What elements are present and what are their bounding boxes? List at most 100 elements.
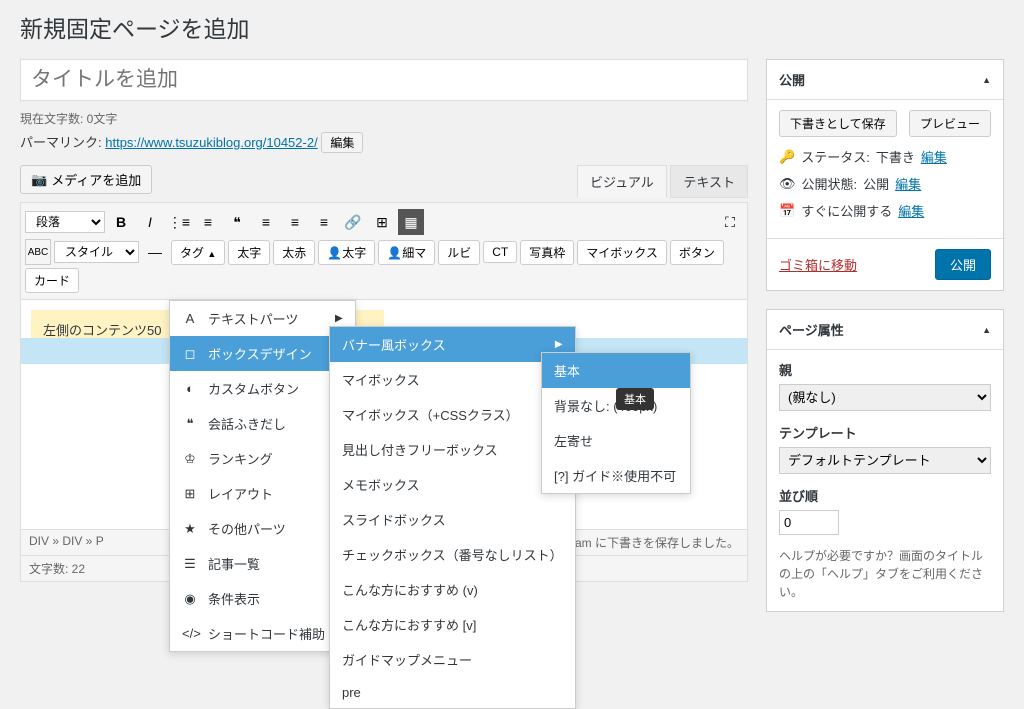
parent-select[interactable]: (親なし) — [779, 384, 991, 411]
banner-menu-item-3[interactable]: [?] ガイド※使用不可 — [542, 458, 690, 493]
tagbtn-1[interactable]: 太赤 — [273, 240, 315, 265]
format-select[interactable]: 段落 — [25, 211, 105, 233]
box-menu-item-4[interactable]: メモボックス — [330, 467, 575, 502]
key-icon: 🔑 — [779, 149, 795, 165]
table-button[interactable]: ⊞ — [369, 209, 395, 235]
tagbtn-6[interactable]: 写真枠 — [520, 240, 574, 265]
box-menu-item-7[interactable]: こんな方におすすめ (v) — [330, 572, 575, 607]
tab-visual[interactable]: ビジュアル — [577, 165, 667, 198]
box-menu-item-3[interactable]: 見出し付きフリーボックス▶ — [330, 432, 575, 467]
save-draft-button[interactable]: 下書きとして保存 — [779, 110, 897, 137]
tag-menu-item-6[interactable]: ★その他パーツ▶ — [170, 511, 355, 546]
permalink-label: パーマリンク: — [20, 135, 105, 150]
calendar-icon: 📅 — [779, 203, 795, 219]
tagbtn-3[interactable]: 👤細マ — [378, 240, 435, 265]
box-menu-item-9[interactable]: ガイドマップメニュー — [330, 642, 575, 677]
chevron-up-icon: ▲ — [982, 75, 991, 85]
eye-icon: 👁 — [779, 176, 796, 192]
permalink-edit-button[interactable]: 編集 — [321, 132, 363, 153]
link-button[interactable]: 🔗 — [340, 209, 366, 235]
page-title: 新規固定ページを追加 — [20, 10, 1004, 44]
tag-menu-item-7[interactable]: ☰記事一覧▶ — [170, 546, 355, 581]
tag-menu-item-5[interactable]: ⊞レイアウト▶ — [170, 476, 355, 511]
chevron-up-icon: ▲ — [982, 325, 991, 335]
menu-icon: A — [182, 311, 198, 326]
tagbtn-4[interactable]: ルビ — [438, 240, 480, 265]
edit-status-link[interactable]: 編集 — [921, 147, 947, 166]
permalink-url[interactable]: https://www.tsuzukiblog.org/10452-2/ — [105, 135, 317, 150]
tag-menu-item-9[interactable]: </>ショートコード補助▶ — [170, 616, 355, 651]
edit-visibility-link[interactable]: 編集 — [895, 174, 921, 193]
tag-menu-item-1[interactable]: ◻ボックスデザイン▶ — [170, 336, 355, 371]
chevron-right-icon: ▶ — [555, 339, 563, 350]
template-select[interactable]: デフォルトテンプレート — [779, 447, 991, 474]
element-path: DIV » DIV » P — [29, 534, 104, 548]
tagbtn-2[interactable]: 👤太字 — [318, 240, 375, 265]
box-menu-item-0[interactable]: バナー風ボックス▶ — [330, 327, 575, 362]
box-menu-item-10[interactable]: pre — [330, 677, 575, 708]
align-center-button[interactable]: ≡ — [282, 209, 308, 235]
menu-icon: ⊞ — [182, 486, 198, 502]
preview-button[interactable]: プレビュー — [909, 110, 991, 137]
parent-label: 親 — [779, 360, 991, 379]
menu-icon: </> — [182, 626, 198, 641]
quote-button[interactable]: ❝ — [224, 209, 250, 235]
menu-icon: ◻ — [182, 346, 198, 362]
tag-dropdown-button[interactable]: タグ ▲ — [171, 240, 225, 265]
box-menu-item-1[interactable]: マイボックス▶ — [330, 362, 575, 397]
tagbtn-8[interactable]: ボタン — [670, 240, 724, 265]
box-menu-item-6[interactable]: チェックボックス（番号なしリスト） — [330, 537, 575, 572]
order-label: 並び順 — [779, 486, 991, 505]
tag-menu: Aテキストパーツ▶◻ボックスデザイン▶◐カスタムボタン▶❝会話ふきだし▶♔ランキ… — [169, 300, 356, 652]
tooltip: 基本 — [616, 388, 654, 410]
banner-box-submenu: 基本背景なし: (400px)左寄せ[?] ガイド※使用不可 — [541, 352, 691, 494]
banner-menu-item-0[interactable]: 基本 — [542, 353, 690, 388]
edit-schedule-link[interactable]: 編集 — [898, 201, 924, 220]
trash-link[interactable]: ゴミ箱に移動 — [779, 255, 857, 274]
box-menu-item-8[interactable]: こんな方におすすめ [v] — [330, 607, 575, 642]
box-menu-item-5[interactable]: スライドボックス — [330, 502, 575, 537]
chevron-right-icon: ▶ — [335, 313, 343, 324]
italic-button[interactable]: I — [137, 209, 163, 235]
add-media-button[interactable]: 📷メディアを追加 — [20, 165, 152, 194]
tag-menu-item-4[interactable]: ♔ランキング▶ — [170, 441, 355, 476]
tagbtn-5[interactable]: CT — [483, 241, 517, 263]
publish-button[interactable]: 公開 — [935, 249, 991, 280]
char-count: 現在文字数: 0文字 — [20, 110, 748, 127]
hr-button[interactable]: — — [142, 239, 168, 265]
word-count: 文字数: 22 — [29, 560, 85, 577]
tag-menu-item-0[interactable]: Aテキストパーツ▶ — [170, 301, 355, 336]
toggle-toolbar-button[interactable]: ▦ — [398, 209, 424, 235]
abc-button[interactable]: ABC — [25, 239, 51, 265]
menu-icon: ★ — [182, 521, 198, 537]
align-right-button[interactable]: ≡ — [311, 209, 337, 235]
box-menu-item-2[interactable]: マイボックス（+CSSクラス）▶ — [330, 397, 575, 432]
menu-icon: ♔ — [182, 451, 198, 467]
template-label: テンプレート — [779, 423, 991, 442]
fullscreen-button[interactable]: ⛶ — [717, 209, 743, 235]
bold-button[interactable]: B — [108, 209, 134, 235]
tagbtn-0[interactable]: 太字 — [228, 240, 270, 265]
tab-text[interactable]: テキスト — [670, 165, 748, 198]
box-design-submenu: バナー風ボックス▶マイボックス▶マイボックス（+CSSクラス）▶見出し付きフリー… — [329, 326, 576, 709]
style-select[interactable]: スタイル — [54, 241, 139, 263]
tagbtn-7[interactable]: マイボックス — [577, 240, 667, 265]
title-input[interactable] — [20, 59, 748, 101]
tag-menu-item-3[interactable]: ❝会話ふきだし▶ — [170, 406, 355, 441]
tagbtn-9[interactable]: カード — [25, 268, 79, 293]
tag-menu-item-8[interactable]: ◉条件表示▶ — [170, 581, 355, 616]
menu-icon: ☰ — [182, 556, 198, 572]
menu-icon: ◉ — [182, 591, 198, 607]
menu-icon: ◐ — [182, 381, 198, 396]
person-icon: 👤 — [327, 246, 342, 260]
camera-icon: 📷 — [31, 172, 47, 188]
ul-button[interactable]: ⋮≡ — [166, 209, 192, 235]
menu-icon: ❝ — [182, 416, 198, 432]
ol-button[interactable]: ≡ — [195, 209, 221, 235]
tag-menu-item-2[interactable]: ◐カスタムボタン▶ — [170, 371, 355, 406]
attrs-panel-header[interactable]: ページ属性▲ — [767, 310, 1003, 350]
person-icon: 👤 — [387, 246, 402, 260]
publish-panel-header[interactable]: 公開▲ — [767, 60, 1003, 100]
banner-menu-item-2[interactable]: 左寄せ — [542, 423, 690, 458]
align-left-button[interactable]: ≡ — [253, 209, 279, 235]
